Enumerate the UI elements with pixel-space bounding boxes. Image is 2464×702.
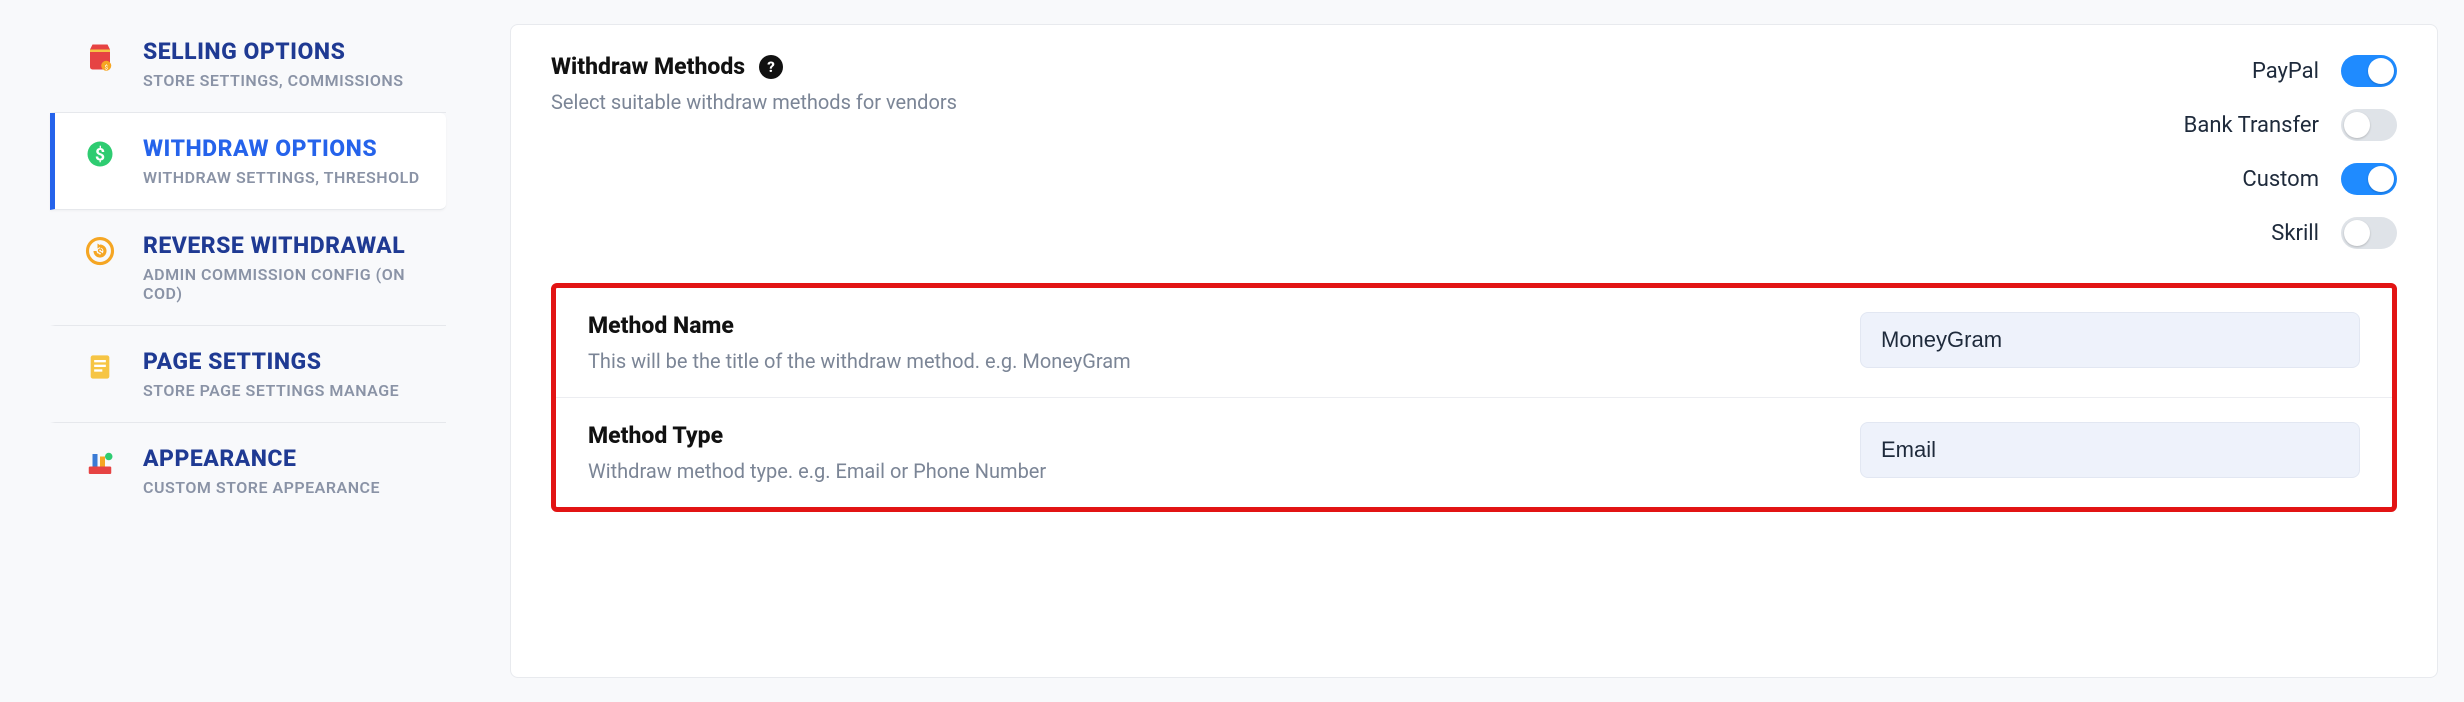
toggle-label: PayPal xyxy=(2252,59,2319,84)
toggle-paypal[interactable] xyxy=(2341,55,2397,87)
section-description: Select suitable withdraw methods for ven… xyxy=(551,90,957,114)
toggle-label: Skrill xyxy=(2271,221,2319,246)
svg-text:$: $ xyxy=(95,144,105,165)
sidebar-item-selling-options[interactable]: $ SELLING OPTIONS STORE SETTINGS, COMMIS… xyxy=(50,16,446,113)
withdraw-methods-section: Withdraw Methods ? Select suitable withd… xyxy=(551,53,2397,275)
method-type-input[interactable] xyxy=(1860,422,2360,478)
sidebar-item-page-settings[interactable]: PAGE SETTINGS STORE PAGE SETTINGS MANAGE xyxy=(50,326,446,423)
toggle-custom[interactable] xyxy=(2341,163,2397,195)
field-label: Method Name xyxy=(588,312,1131,339)
sidebar-item-subtitle: STORE PAGE SETTINGS MANAGE xyxy=(143,381,399,400)
toggle-label: Bank Transfer xyxy=(2184,113,2319,138)
method-type-row: Method Type Withdraw method type. e.g. E… xyxy=(556,397,2392,507)
help-icon[interactable]: ? xyxy=(759,55,783,79)
toggle-row-paypal: PayPal xyxy=(2252,55,2397,87)
main-content: Withdraw Methods ? Select suitable withd… xyxy=(474,0,2464,702)
method-name-input[interactable] xyxy=(1860,312,2360,368)
sidebar-item-subtitle: STORE SETTINGS, COMMISSIONS xyxy=(143,71,404,90)
toggle-label: Custom xyxy=(2242,167,2319,192)
sidebar-item-title: PAGE SETTINGS xyxy=(143,348,399,375)
toggle-row-bank-transfer: Bank Transfer xyxy=(2184,109,2397,141)
document-icon xyxy=(83,350,117,384)
svg-text:$: $ xyxy=(97,246,103,259)
sidebar-item-withdraw-options[interactable]: $ WITHDRAW OPTIONS WITHDRAW SETTINGS, TH… xyxy=(50,113,446,210)
toggle-row-skrill: Skrill xyxy=(2271,217,2397,249)
withdraw-method-toggles: PayPal Bank Transfer Custom Skrill xyxy=(2184,55,2397,249)
field-description: Withdraw method type. e.g. Email or Phon… xyxy=(588,459,1046,483)
custom-method-highlight: Method Name This will be the title of th… xyxy=(551,283,2397,512)
field-label: Method Type xyxy=(588,422,1046,449)
sidebar-item-reverse-withdrawal[interactable]: $ REVERSE WITHDRAWAL ADMIN COMMISSION CO… xyxy=(50,210,446,326)
dollar-circle-icon: $ xyxy=(83,137,117,171)
settings-sidebar: $ SELLING OPTIONS STORE SETTINGS, COMMIS… xyxy=(0,0,474,702)
paint-icon xyxy=(83,447,117,481)
sidebar-item-subtitle: ADMIN COMMISSION CONFIG (ON COD) xyxy=(143,265,446,303)
settings-panel: Withdraw Methods ? Select suitable withd… xyxy=(510,24,2438,678)
section-title: Withdraw Methods xyxy=(551,53,745,80)
sidebar-item-appearance[interactable]: APPEARANCE CUSTOM STORE APPEARANCE xyxy=(50,423,446,519)
toggle-row-custom: Custom xyxy=(2242,163,2397,195)
svg-text:$: $ xyxy=(104,64,108,72)
toggle-skrill[interactable] xyxy=(2341,217,2397,249)
sidebar-item-title: APPEARANCE xyxy=(143,445,380,472)
shopping-bag-icon: $ xyxy=(83,40,117,74)
method-name-row: Method Name This will be the title of th… xyxy=(556,288,2392,397)
toggle-bank-transfer[interactable] xyxy=(2341,109,2397,141)
sidebar-item-subtitle: CUSTOM STORE APPEARANCE xyxy=(143,478,380,497)
sidebar-item-title: SELLING OPTIONS xyxy=(143,38,404,65)
field-description: This will be the title of the withdraw m… xyxy=(588,349,1131,373)
sidebar-item-title: REVERSE WITHDRAWAL xyxy=(143,232,446,259)
refund-circle-icon: $ xyxy=(83,234,117,268)
sidebar-item-subtitle: WITHDRAW SETTINGS, THRESHOLD xyxy=(143,168,420,187)
sidebar-item-title: WITHDRAW OPTIONS xyxy=(143,135,420,162)
